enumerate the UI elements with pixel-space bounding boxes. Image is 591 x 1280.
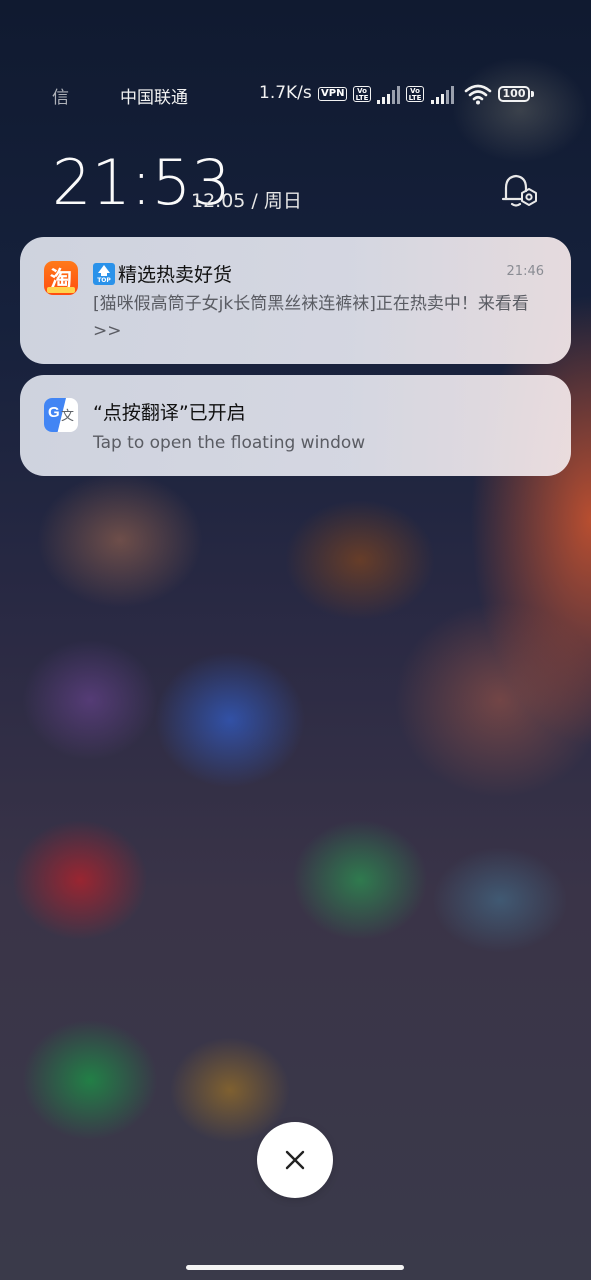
taobao-app-icon: 淘 <box>44 261 78 295</box>
translate-icon-letter: G <box>48 404 60 421</box>
status-truncated-text: 信 <box>52 88 69 108</box>
top-badge-label: TOP <box>97 277 111 284</box>
home-indicator[interactable] <box>186 1265 404 1270</box>
battery-level: 100 <box>502 87 526 100</box>
notification-body: Tap to open the floating window <box>93 433 366 453</box>
volte-label-bottom: LTE <box>408 94 422 102</box>
notification-settings-icon[interactable] <box>500 172 540 210</box>
notification-title: “点按翻译”已开启 <box>93 402 246 424</box>
carrier-name: 中国联通 <box>120 88 188 108</box>
top-arrow-icon: TOP <box>93 263 115 285</box>
google-translate-app-icon: G 文 <box>44 398 78 432</box>
network-speed: 1.7K/s <box>259 83 312 103</box>
vpn-icon: VPN <box>318 87 348 101</box>
volte-label-bottom: LTE <box>355 94 369 102</box>
signal-strength-icon <box>377 86 400 104</box>
notification-body: [猫咪假高筒子女jk长筒黑丝袜连裤袜]正在热卖中！来看看>> <box>93 294 529 341</box>
volte-icon-sim2: Vo LTE <box>406 86 424 102</box>
notification-title: TOP 精选热卖好货 <box>93 260 232 287</box>
wifi-icon <box>464 84 492 105</box>
volte-icon: Vo LTE <box>353 86 371 102</box>
notification-title-text: 精选热卖好货 <box>118 264 233 286</box>
lockscreen-date: 12.05 / 周日 <box>191 190 302 212</box>
clear-notifications-button[interactable] <box>257 1122 333 1198</box>
status-bar: 信 中国联通 1.7K/s VPN Vo LTE Vo LTE 100 <box>0 80 591 110</box>
notification-card-translate[interactable]: G 文 “点按翻译”已开启 Tap to open the floating w… <box>20 375 571 476</box>
notification-time: 21:46 <box>506 264 544 279</box>
signal-strength-icon-sim2 <box>431 86 454 104</box>
close-icon <box>285 1150 305 1170</box>
battery-icon: 100 <box>498 86 530 102</box>
notification-card-taobao[interactable]: 淘 TOP 精选热卖好货 21:46 [猫咪假高筒子女jk长筒黑丝袜连裤袜]正在… <box>20 237 571 364</box>
translate-icon-glyph: 文 <box>61 409 75 424</box>
battery-terminal <box>531 91 534 97</box>
